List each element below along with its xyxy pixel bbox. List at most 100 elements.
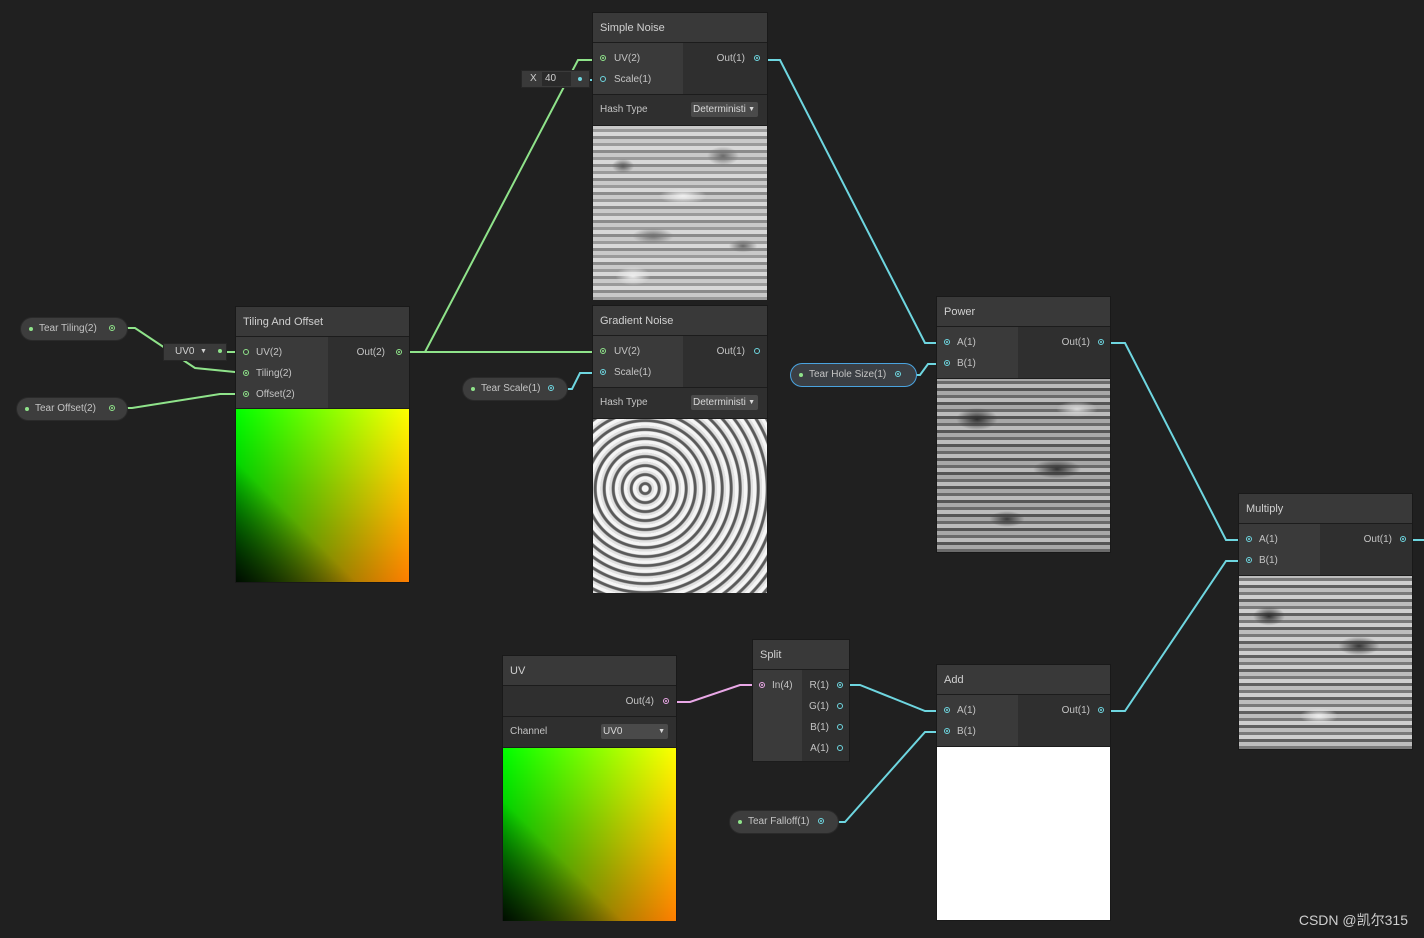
axis-label: X xyxy=(530,73,537,84)
property-indicator-icon xyxy=(738,820,742,824)
input-port[interactable] xyxy=(600,348,606,354)
port-label: A(1) xyxy=(957,705,976,716)
input-port[interactable] xyxy=(759,682,765,688)
multiply-node[interactable]: Multiply A(1) B(1) Out(1) xyxy=(1239,494,1412,749)
output-port[interactable] xyxy=(754,55,760,61)
wire-tiling-to-simple-noise xyxy=(400,59,603,353)
input-port[interactable] xyxy=(243,391,249,397)
wire-simple-noise-to-power xyxy=(757,59,947,344)
setting-label: Hash Type xyxy=(600,397,648,408)
port-label: UV(2) xyxy=(256,347,283,358)
port-label: B(1) xyxy=(810,722,829,733)
property-label: Tear Tiling(2) xyxy=(39,323,97,334)
tear-tiling-property[interactable]: Tear Tiling(2) xyxy=(21,318,127,340)
tear-hole-size-property[interactable]: Tear Hole Size(1) xyxy=(791,364,916,386)
port-label: B(1) xyxy=(1259,555,1278,566)
input-port[interactable] xyxy=(944,707,950,713)
node-preview xyxy=(593,126,767,300)
input-port[interactable] xyxy=(1246,557,1252,563)
input-port[interactable] xyxy=(600,76,606,82)
hash-type-setting: Hash Type Deterministi ▼ xyxy=(593,388,767,419)
hash-type-dropdown[interactable]: Deterministi ▼ xyxy=(691,102,758,117)
output-port[interactable] xyxy=(895,371,901,377)
node-preview xyxy=(593,419,767,593)
node-title: Split xyxy=(753,640,849,670)
output-out[interactable]: Out(1) xyxy=(717,341,745,362)
input-port[interactable] xyxy=(944,728,950,734)
channel-dropdown[interactable]: UV0 ▼ xyxy=(601,724,668,739)
input-port[interactable] xyxy=(944,339,950,345)
input-port[interactable] xyxy=(600,369,606,375)
port-label: In(4) xyxy=(772,680,793,691)
output-r[interactable]: R(1) xyxy=(810,675,829,696)
port-label: Out(4) xyxy=(625,696,654,707)
input-port[interactable] xyxy=(243,349,249,355)
node-title: UV xyxy=(503,656,676,686)
port-label: Out(1) xyxy=(1061,705,1090,716)
scale-value-input[interactable]: 40 xyxy=(542,72,571,86)
uv-dropdown-value: UV0 xyxy=(175,346,195,357)
output-a[interactable]: A(1) xyxy=(810,738,829,759)
output-out[interactable]: Out(1) xyxy=(1364,529,1392,550)
tiling-and-offset-node[interactable]: Tiling And Offset UV(2) Tiling(2) Offset… xyxy=(236,307,409,582)
dropdown-value: Deterministi xyxy=(693,104,746,115)
node-preview xyxy=(236,409,409,582)
wire-add-to-multiply xyxy=(1100,560,1248,712)
output-port[interactable] xyxy=(396,349,402,355)
tear-falloff-property[interactable]: Tear Falloff(1) xyxy=(730,811,838,833)
output-port[interactable] xyxy=(837,724,843,730)
property-indicator-icon xyxy=(29,327,33,331)
split-node[interactable]: Split In(4) R(1) G(1) B(1) A(1) xyxy=(753,640,849,762)
port-label: Out(1) xyxy=(716,53,745,64)
port-label: Scale(1) xyxy=(614,367,652,378)
gradient-noise-node[interactable]: Gradient Noise UV(2) Scale(1) Out(1) Has… xyxy=(593,306,767,593)
dropdown-value: Deterministi xyxy=(693,397,746,408)
scale-inline-field[interactable]: X 40 xyxy=(522,71,589,87)
input-port[interactable] xyxy=(600,55,606,61)
port-label: Tiling(2) xyxy=(256,368,292,379)
uv-node[interactable]: UV Out(4) Channel UV0 ▼ xyxy=(503,656,676,921)
power-node[interactable]: Power A(1) B(1) Out(1) xyxy=(937,297,1110,552)
property-indicator-icon xyxy=(799,373,803,377)
hash-type-dropdown[interactable]: Deterministi ▼ xyxy=(691,395,758,410)
output-port[interactable] xyxy=(578,77,582,81)
output-port[interactable] xyxy=(1098,707,1104,713)
output-port[interactable] xyxy=(109,325,115,331)
output-out[interactable]: Out(1) xyxy=(1062,332,1090,353)
output-port[interactable] xyxy=(109,405,115,411)
output-out[interactable]: Out(4) xyxy=(626,691,654,712)
output-port[interactable] xyxy=(754,348,760,354)
add-node[interactable]: Add A(1) B(1) Out(1) xyxy=(937,665,1110,920)
output-port[interactable] xyxy=(548,385,554,391)
output-out[interactable]: Out(1) xyxy=(1062,700,1090,721)
uv-inline-dropdown[interactable]: UV0 ▼ xyxy=(164,344,226,360)
tear-offset-property[interactable]: Tear Offset(2) xyxy=(17,398,127,420)
tear-scale-property[interactable]: Tear Scale(1) xyxy=(463,378,567,400)
output-g[interactable]: G(1) xyxy=(809,696,829,717)
output-out[interactable]: Out(1) xyxy=(717,48,745,69)
node-preview xyxy=(937,747,1110,920)
output-port[interactable] xyxy=(1400,536,1406,542)
input-port[interactable] xyxy=(944,360,950,366)
output-b[interactable]: B(1) xyxy=(810,717,829,738)
output-port[interactable] xyxy=(837,682,843,688)
port-label: Out(2) xyxy=(356,347,385,358)
property-label: Tear Falloff(1) xyxy=(748,816,810,827)
input-port[interactable] xyxy=(1246,536,1252,542)
watermark: CSDN @凯尔315 xyxy=(1298,912,1408,928)
port-label: B(1) xyxy=(957,726,976,737)
output-port[interactable] xyxy=(663,698,669,704)
port-label: G(1) xyxy=(809,701,829,712)
output-port[interactable] xyxy=(818,818,824,824)
simple-noise-node[interactable]: Simple Noise UV(2) Scale(1) Out(1) Hash … xyxy=(593,13,767,300)
output-out[interactable]: Out(2) xyxy=(357,342,385,363)
input-port[interactable] xyxy=(243,370,249,376)
output-port[interactable] xyxy=(837,745,843,751)
output-port[interactable] xyxy=(1098,339,1104,345)
port-label: Offset(2) xyxy=(256,389,295,400)
dropdown-value: UV0 xyxy=(603,726,623,737)
output-port[interactable] xyxy=(218,349,222,353)
output-port[interactable] xyxy=(837,703,843,709)
setting-label: Hash Type xyxy=(600,104,648,115)
wire-split-r-to-add xyxy=(839,684,947,712)
